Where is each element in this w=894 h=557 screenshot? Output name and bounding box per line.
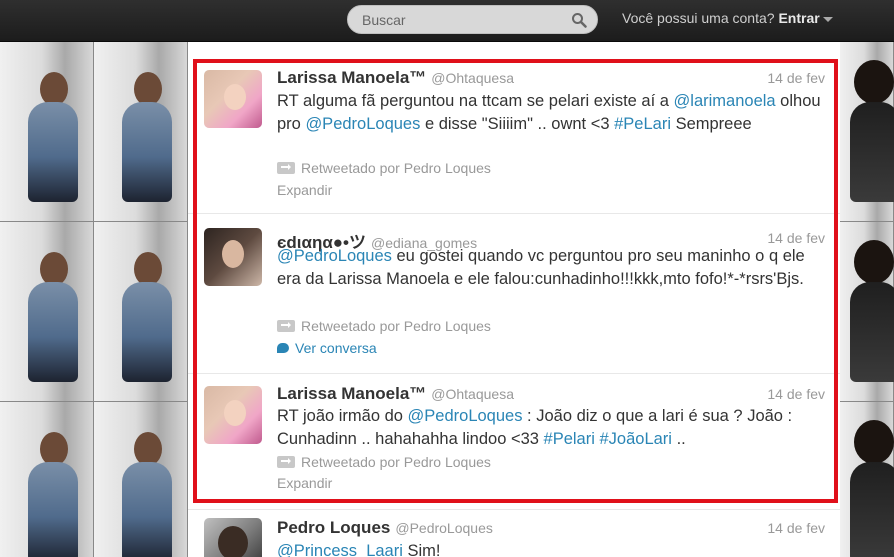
user-name[interactable]: Pedro Loques: [277, 518, 390, 537]
avatar[interactable]: [204, 386, 262, 444]
tweet-text: @Princess_Laari Sim!: [277, 540, 825, 557]
mention-link[interactable]: @PedroLoques: [408, 407, 523, 425]
user-handle[interactable]: @Ohtaquesa: [431, 70, 514, 86]
mention-link[interactable]: @Princess_Laari: [277, 542, 403, 557]
hashtag-link[interactable]: #Pelari: [544, 430, 595, 448]
retweeted-by[interactable]: Retweetado por Pedro Loques: [301, 160, 491, 176]
tweet-date[interactable]: 14 de fev: [767, 70, 825, 86]
hashtag-link[interactable]: #PeLari: [614, 115, 671, 133]
expand-link[interactable]: Expandir: [277, 182, 332, 198]
background-tile: [0, 222, 94, 402]
tweet-item[interactable]: Pedro Loques @PedroLoques 14 de fev @Prin…: [188, 510, 840, 557]
background-tile: [840, 402, 894, 557]
avatar[interactable]: [204, 70, 262, 128]
view-conversation-link[interactable]: Ver conversa: [277, 340, 377, 356]
tweet-header: Larissa Manoela™ @Ohtaquesa 14 de fev: [277, 68, 825, 90]
background-tile: [94, 222, 188, 402]
mention-link[interactable]: @PedroLoques: [305, 115, 420, 133]
user-handle[interactable]: @PedroLoques: [395, 520, 493, 536]
background-tile: [0, 402, 94, 557]
background-tile: [94, 402, 188, 557]
tweet-header: Pedro Loques @PedroLoques 14 de fev: [277, 518, 825, 540]
background-tile: [840, 42, 894, 222]
tweet-timeline: Larissa Manoela™ @Ohtaquesa 14 de fev RT …: [188, 42, 840, 557]
retweeted-by[interactable]: Retweetado por Pedro Loques: [301, 454, 491, 470]
mention-link[interactable]: @PedroLoques: [277, 247, 392, 265]
avatar[interactable]: [204, 518, 262, 557]
account-menu: Você possui uma conta? Entrar: [622, 10, 833, 26]
avatar[interactable]: [204, 228, 262, 286]
tweet-item[interactable]: єdιαηα●•ツ @ediana_gomes 14 de fev @PedroL…: [188, 214, 840, 374]
tweet-text: RT alguma fã perguntou na ttcam se pelar…: [277, 92, 821, 133]
account-question: Você possui uma conta?: [622, 10, 775, 26]
retweet-icon: [277, 320, 295, 332]
mention-link[interactable]: @larimanoela: [674, 92, 776, 110]
hashtag-link[interactable]: #JoãoLari: [600, 430, 672, 448]
retweet-icon: [277, 162, 295, 174]
tweet-text: @PedroLoques eu gostei quando vc pergunt…: [277, 247, 805, 288]
retweet-info: Retweetado por Pedro Loques: [277, 160, 491, 176]
conversation-icon: [277, 343, 289, 353]
retweet-info: Retweetado por Pedro Loques: [277, 454, 491, 470]
tweet-text: RT joão irmão do @PedroLoques : João diz…: [277, 407, 793, 448]
search-box: [347, 5, 598, 34]
tweet-date[interactable]: 14 de fev: [767, 230, 825, 246]
expand-link[interactable]: Expandir: [277, 475, 332, 491]
user-name[interactable]: Larissa Manoela™: [277, 384, 426, 403]
retweet-icon: [277, 456, 295, 468]
tweet-header: Larissa Manoela™ @Ohtaquesa 14 de fev: [277, 384, 825, 406]
top-navigation-bar: Você possui uma conta? Entrar: [0, 0, 894, 42]
background-tile: [94, 42, 188, 222]
tweet-date[interactable]: 14 de fev: [767, 386, 825, 402]
chevron-down-icon[interactable]: [822, 16, 833, 22]
tweet-item[interactable]: Larissa Manoela™ @Ohtaquesa 14 de fev RT …: [188, 374, 840, 510]
login-button[interactable]: Entrar: [778, 10, 819, 26]
retweet-info: Retweetado por Pedro Loques: [277, 318, 491, 334]
tweet-date[interactable]: 14 de fev: [767, 520, 825, 536]
tweet-item[interactable]: Larissa Manoela™ @Ohtaquesa 14 de fev RT …: [188, 42, 840, 214]
background-tile: [0, 42, 94, 222]
background-tile: [840, 222, 894, 402]
user-handle[interactable]: @Ohtaquesa: [431, 386, 514, 402]
search-icon[interactable]: [571, 12, 587, 28]
search-input[interactable]: [348, 6, 568, 33]
retweeted-by[interactable]: Retweetado por Pedro Loques: [301, 318, 491, 334]
user-name[interactable]: Larissa Manoela™: [277, 68, 426, 87]
